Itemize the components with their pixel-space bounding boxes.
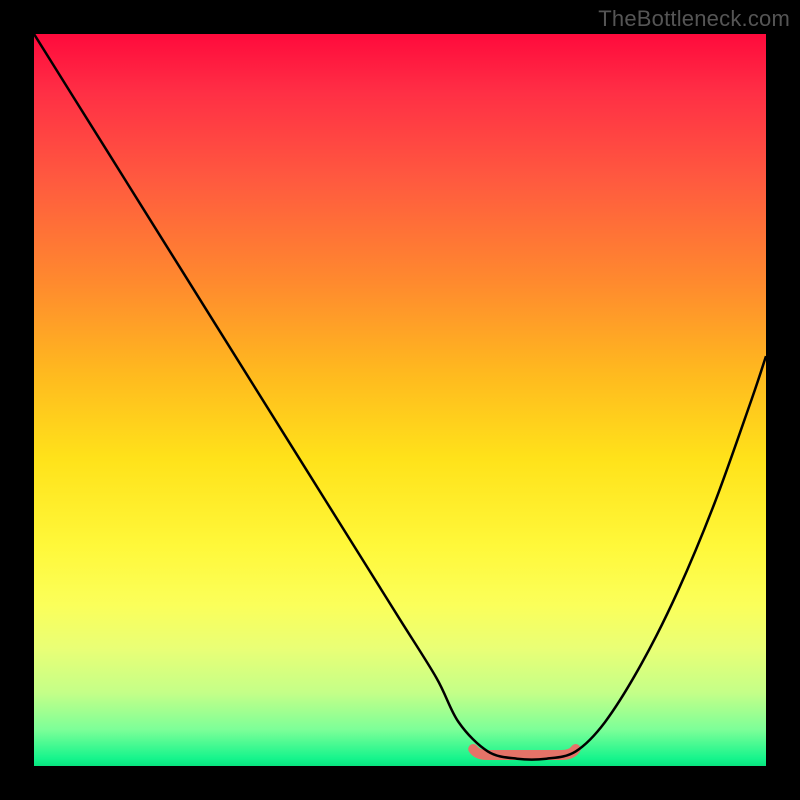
curve-layer — [34, 34, 766, 766]
bottleneck-curve — [34, 34, 766, 760]
chart-frame: TheBottleneck.com — [0, 0, 800, 800]
attribution-text: TheBottleneck.com — [598, 6, 790, 32]
plot-area — [34, 34, 766, 766]
